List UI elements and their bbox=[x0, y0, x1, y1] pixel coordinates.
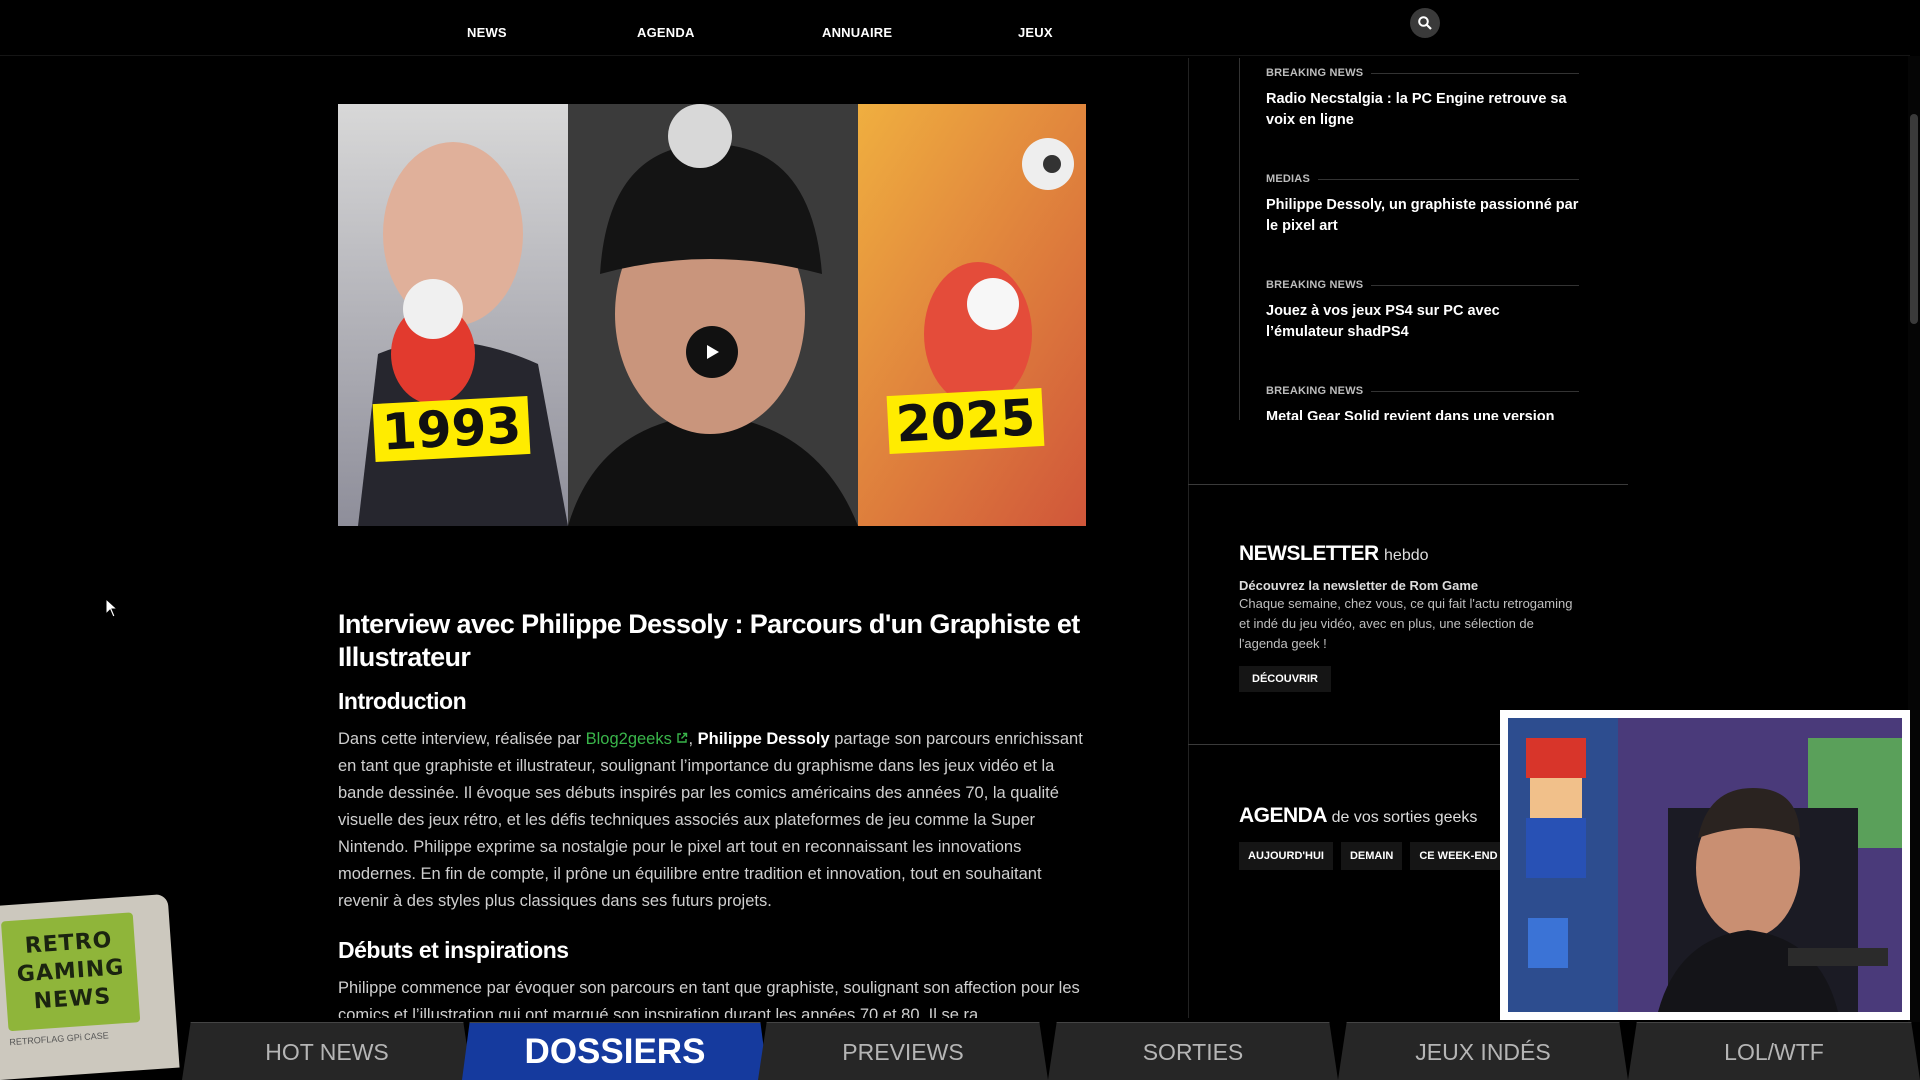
tab-sorties[interactable]: SORTIES bbox=[1048, 1022, 1338, 1080]
agenda-title: AGENDA bbox=[1239, 804, 1327, 827]
filter-tomorrow-button[interactable]: DEMAIN bbox=[1340, 842, 1403, 870]
device-screen: RETRO GAMING NEWS bbox=[0, 912, 141, 1032]
webcam-overlay bbox=[1500, 710, 1910, 1020]
nav-annuaire[interactable]: ANNUAIRE bbox=[822, 25, 892, 40]
news-category: BREAKING NEWS bbox=[1266, 279, 1579, 291]
newsletter-lead: Découvrez la newsletter de Rom Game bbox=[1239, 578, 1479, 593]
filter-weekend-button[interactable]: CE WEEK-END bbox=[1410, 842, 1507, 870]
newsletter-title-sub: hebdo bbox=[1384, 547, 1429, 564]
agenda-filters: AUJOURD'HUI DEMAIN CE WEEK-END bbox=[1239, 842, 1539, 870]
year-badge-left: 1993 bbox=[372, 395, 531, 463]
tab-lol-wtf[interactable]: LOL/WTF bbox=[1628, 1022, 1920, 1080]
retro-gaming-device: RETRO GAMING NEWS RETROFLAG GPi CASE bbox=[0, 893, 180, 1080]
tab-hot-news[interactable]: HOT NEWS bbox=[182, 1022, 472, 1080]
tab-jeux-indes[interactable]: JEUX INDÉS bbox=[1338, 1022, 1628, 1080]
search-button[interactable] bbox=[1410, 8, 1440, 38]
news-category: BREAKING NEWS bbox=[1266, 385, 1579, 397]
nav-news[interactable]: NEWS bbox=[467, 25, 507, 40]
top-navigation: NEWS AGENDA ANNUAIRE JEUX bbox=[0, 0, 1910, 56]
mouse-cursor-icon bbox=[105, 598, 119, 618]
intro-paragraph: Dans cette interview, réalisée par Blog2… bbox=[338, 726, 1086, 915]
news-title[interactable]: Metal Gear Solid revient dans une versio… bbox=[1266, 407, 1579, 420]
news-category-label: BREAKING NEWS bbox=[1266, 385, 1364, 397]
video-thumbnail[interactable]: 1993 2025 bbox=[338, 104, 1086, 526]
category-rule bbox=[1371, 284, 1579, 286]
news-category-label: BREAKING NEWS bbox=[1266, 279, 1364, 291]
thumbnail-art bbox=[338, 104, 1086, 526]
list-item[interactable]: BREAKING NEWS Jouez à vos jeux PS4 sur P… bbox=[1266, 270, 1579, 376]
play-button[interactable] bbox=[686, 326, 738, 378]
interviewee-name: Philippe Dessoly bbox=[697, 730, 830, 748]
agenda-title-sub: de vos sorties geeks bbox=[1331, 809, 1478, 826]
category-rule bbox=[1371, 72, 1579, 74]
filter-today-button[interactable]: AUJOURD'HUI bbox=[1239, 842, 1333, 870]
nav-agenda[interactable]: AGENDA bbox=[637, 25, 695, 40]
year-badge-right: 2025 bbox=[886, 387, 1045, 455]
intro-text-sep: , bbox=[688, 730, 698, 748]
list-item[interactable]: MEDIAS Philippe Dessoly, un graphiste pa… bbox=[1266, 164, 1579, 270]
search-icon bbox=[1418, 16, 1432, 30]
video-player[interactable]: 1993 2025 bbox=[338, 58, 1086, 596]
intro-heading: Introduction bbox=[338, 688, 467, 714]
nav-jeux[interactable]: JEUX bbox=[1018, 25, 1053, 40]
blog2geeks-link-label: Blog2geeks bbox=[585, 730, 672, 748]
news-list: BREAKING NEWS Radio Necstalgia : la PC E… bbox=[1239, 58, 1579, 420]
column-divider bbox=[1188, 58, 1189, 1018]
section-divider bbox=[1188, 744, 1508, 745]
debuts-paragraph: Philippe commence par évoquer son parcou… bbox=[338, 979, 1080, 1018]
tab-previews[interactable]: PREVIEWS bbox=[758, 1022, 1048, 1080]
webcam-scene bbox=[1508, 718, 1902, 1012]
news-title[interactable]: Philippe Dessoly, un graphiste passionné… bbox=[1266, 195, 1579, 237]
agenda-heading: AGENDA de vos sorties geeks bbox=[1239, 804, 1539, 828]
news-title[interactable]: Jouez à vos jeux PS4 sur PC avec l’émula… bbox=[1266, 301, 1579, 343]
news-category: MEDIAS bbox=[1266, 173, 1579, 185]
debuts-heading: Débuts et inspirations bbox=[338, 937, 569, 963]
device-screen-line: NEWS bbox=[32, 984, 113, 1015]
tab-dossiers[interactable]: DOSSIERS bbox=[462, 1022, 768, 1080]
category-rule bbox=[1317, 178, 1579, 180]
category-rule bbox=[1371, 390, 1579, 392]
news-category-label: BREAKING NEWS bbox=[1266, 67, 1364, 79]
external-link-icon bbox=[677, 732, 688, 743]
newsletter-block: NEWSLETTER hebdo Découvrez la newsletter… bbox=[1239, 542, 1579, 692]
discover-button[interactable]: DÉCOUVRIR bbox=[1239, 666, 1332, 692]
scrollbar-thumb[interactable] bbox=[1910, 114, 1918, 324]
article: 1993 2025 Interview avec Philippe Dessol… bbox=[338, 58, 1086, 1018]
article-title: Interview avec Philippe Dessoly : Parcou… bbox=[338, 609, 1080, 672]
list-item[interactable]: BREAKING NEWS Metal Gear Solid revient d… bbox=[1266, 376, 1579, 420]
newsletter-heading: NEWSLETTER hebdo bbox=[1239, 542, 1579, 566]
webcam-feed bbox=[1508, 718, 1902, 1012]
intro-text-prefix: Dans cette interview, réalisée par bbox=[338, 730, 586, 748]
list-item[interactable]: BREAKING NEWS Radio Necstalgia : la PC E… bbox=[1266, 58, 1579, 164]
agenda-block: AGENDA de vos sorties geeks AUJOURD'HUI … bbox=[1239, 804, 1539, 870]
news-title[interactable]: Radio Necstalgia : la PC Engine retrouve… bbox=[1266, 89, 1579, 131]
blog2geeks-link[interactable]: Blog2geeks bbox=[586, 730, 689, 748]
news-category-label: MEDIAS bbox=[1266, 173, 1310, 185]
newsletter-description: Chaque semaine, chez vous, ce qui fait l… bbox=[1239, 596, 1573, 651]
play-icon bbox=[707, 345, 719, 359]
news-category: BREAKING NEWS bbox=[1266, 67, 1579, 79]
intro-text-rest: partage son parcours enrichissant en tan… bbox=[338, 730, 1083, 910]
section-divider bbox=[1188, 484, 1628, 485]
newsletter-title: NEWSLETTER bbox=[1239, 542, 1379, 565]
